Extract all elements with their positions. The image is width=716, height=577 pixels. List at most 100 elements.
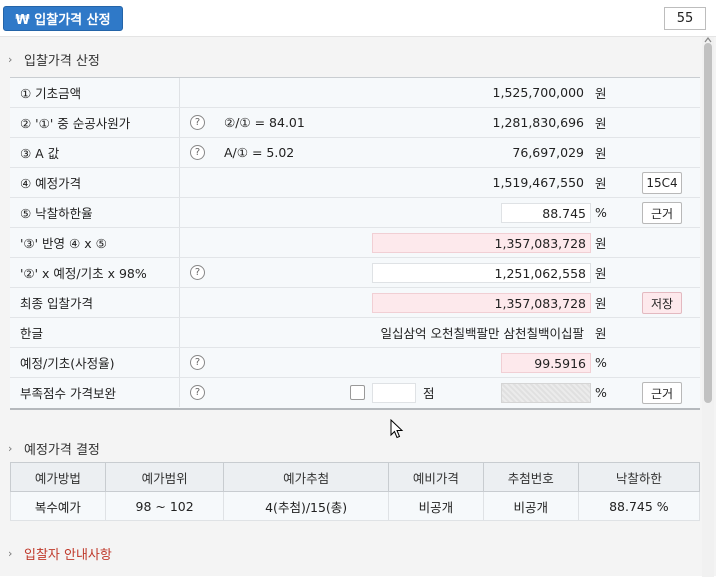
row-value: 1,525,700,000: [492, 85, 584, 100]
row-label: '②' x 예정/기초 x 98%: [10, 258, 180, 287]
row-min-bid-rate: ⑤ 낙찰하한율 88.745 % 근거: [10, 198, 700, 228]
input-value: 99.5916: [534, 355, 586, 371]
help-icon[interactable]: ?: [190, 145, 205, 160]
table-cell: 복수예가: [10, 491, 106, 521]
help-icon[interactable]: ?: [190, 355, 205, 370]
row-unit: 원: [595, 236, 607, 251]
row-unit: %: [595, 205, 607, 220]
table-cell: 98 ~ 102: [104, 491, 225, 521]
combination-15c4-button[interactable]: 15C4: [642, 172, 682, 194]
table-cell: 비공개: [482, 491, 579, 521]
row-unit: 원: [595, 266, 607, 281]
section-header-estimate-price[interactable]: › 예정가격 결정: [8, 439, 100, 458]
input-value: 88.745: [542, 205, 586, 221]
row-label: 부족점수 가격보완: [10, 378, 180, 407]
row-value: 1,519,467,550: [492, 175, 584, 190]
content-panel: › 입찰가격 산정 ① 기초금액 1,525,700,000 원 ② '①' 중…: [0, 36, 716, 577]
table-cell: 4(추첨)/15(총): [223, 491, 389, 521]
row-unit: 원: [595, 326, 607, 341]
input-value: 1,357,083,728: [494, 235, 586, 251]
basis-button[interactable]: 근거: [642, 382, 682, 404]
final-bid-price-field[interactable]: 1,357,083,728: [372, 293, 591, 313]
row-label: '③' 반영 ④ x ⑤: [10, 228, 180, 257]
score-unit: 점: [423, 386, 435, 401]
main-button-label: ₩ 입찰가격 산정: [15, 13, 111, 28]
button-label: 근거: [650, 386, 674, 401]
row-assessment-rate: 예정/기초(사정율) ? 99.5916 %: [10, 348, 700, 378]
page-number-box[interactable]: 55: [664, 7, 706, 30]
basis-button[interactable]: 근거: [642, 202, 682, 224]
estimate-price-table: 예가방법 예가범위 예가추첨 예비가격 추첨번호 낙찰하한 복수예가 98 ~ …: [10, 462, 701, 521]
min-bid-rate-input[interactable]: 88.745: [501, 203, 591, 223]
row-base-amount: ① 기초금액 1,525,700,000 원: [10, 78, 700, 108]
table-header-row: 예가방법 예가범위 예가추첨 예비가격 추첨번호 낙찰하한: [10, 462, 701, 492]
row-label: ⑤ 낙찰하한율: [10, 198, 180, 227]
mouse-pointer-icon: [390, 419, 404, 439]
help-icon[interactable]: ?: [190, 115, 205, 130]
top-bar: ₩ 입찰가격 산정 55: [0, 0, 716, 36]
row-label: 최종 입찰가격: [10, 288, 180, 317]
chevron-right-icon: ›: [8, 53, 13, 66]
table-cell: 비공개: [388, 491, 484, 521]
row-a-value: ③ A 값 ? A/① = 5.02 76,697,029 원: [10, 138, 700, 168]
column-header: 추첨번호: [482, 462, 579, 492]
row-formula: ②/① = 84.01: [224, 115, 305, 130]
row-unit: %: [595, 355, 607, 370]
row-net-cost-ratio: '②' x 예정/기초 x 98% ? 1,251,062,558 원: [10, 258, 700, 288]
input-value: 1,357,083,728: [494, 295, 586, 311]
row-estimated-price: ④ 예정가격 1,519,467,550 원 15C4: [10, 168, 700, 198]
row-formula: A/① = 5.02: [224, 145, 295, 160]
row-unit: 원: [595, 146, 607, 161]
section-header-bid-price[interactable]: › 입찰가격 산정: [8, 50, 100, 69]
page-number: 55: [676, 11, 694, 26]
help-icon[interactable]: ?: [190, 385, 205, 400]
section-title: 입찰자 안내사항: [24, 548, 112, 563]
table-cell: 88.745 %: [577, 491, 701, 521]
input-value: 1,251,062,558: [494, 265, 586, 281]
chevron-right-icon: ›: [8, 547, 13, 560]
chevron-right-icon: ›: [8, 442, 13, 455]
row-label: ① 기초금액: [10, 78, 180, 107]
scroll-thumb[interactable]: [704, 43, 712, 403]
column-header: 낙찰하한: [577, 462, 701, 492]
bid-price-table: ① 기초금액 1,525,700,000 원 ② '①' 중 순공사원가 ? ②…: [10, 77, 700, 410]
row-label: 예정/기초(사정율): [10, 348, 180, 377]
row-unit: 원: [595, 86, 607, 101]
section-header-bidder-info[interactable]: › 입찰자 안내사항: [8, 544, 112, 563]
row-value: 1,281,830,696: [492, 115, 584, 130]
row-label: ④ 예정가격: [10, 168, 180, 197]
help-icon[interactable]: ?: [190, 265, 205, 280]
vertical-scrollbar[interactable]: [702, 37, 714, 577]
row-value: 76,697,029: [512, 145, 584, 160]
column-header: 예비가격: [388, 462, 484, 492]
row-label: ③ A 값: [10, 138, 180, 167]
button-label: 근거: [650, 206, 674, 221]
row-reflect-a: '③' 반영 ④ x ⑤ 1,357,083,728 원: [10, 228, 700, 258]
column-header: 예가추첨: [223, 462, 389, 492]
row-label: 한글: [10, 318, 180, 347]
table-row: 복수예가 98 ~ 102 4(추첨)/15(총) 비공개 비공개 88.745…: [10, 491, 701, 521]
row-unit: 원: [595, 296, 607, 311]
bid-price-calc-button[interactable]: ₩ 입찰가격 산정: [3, 6, 123, 31]
reflect-a-price-field[interactable]: 1,357,083,728: [372, 233, 591, 253]
row-unit: 원: [595, 176, 607, 191]
row-final-bid-price: 최종 입찰가격 1,357,083,728 원 저장: [10, 288, 700, 318]
assessment-rate-field[interactable]: 99.5916: [501, 353, 591, 373]
row-score-compensation: 부족점수 가격보완 ? 점 % 근거: [10, 378, 700, 408]
row-unit: 원: [595, 116, 607, 131]
korean-amount-text: 일십삼억 오천칠백팔만 삼천칠백이십팔: [380, 326, 584, 341]
score-input[interactable]: [372, 383, 416, 403]
row-korean-amount: 한글 일십삼억 오천칠백팔만 삼천칠백이십팔 원: [10, 318, 700, 348]
row-net-construction-cost: ② '①' 중 순공사원가 ? ②/① = 84.01 1,281,830,69…: [10, 108, 700, 138]
net-cost-ratio-field[interactable]: 1,251,062,558: [372, 263, 591, 283]
section-title: 입찰가격 산정: [24, 54, 100, 69]
column-header: 예가방법: [10, 462, 106, 492]
compensation-rate-field: [501, 383, 591, 403]
row-label: ② '①' 중 순공사원가: [10, 108, 180, 137]
save-button[interactable]: 저장: [642, 292, 682, 314]
column-header: 예가범위: [104, 462, 225, 492]
compensation-checkbox[interactable]: [350, 385, 365, 400]
button-label: 15C4: [646, 176, 678, 190]
row-unit: %: [595, 385, 607, 400]
button-label: 저장: [650, 296, 674, 311]
